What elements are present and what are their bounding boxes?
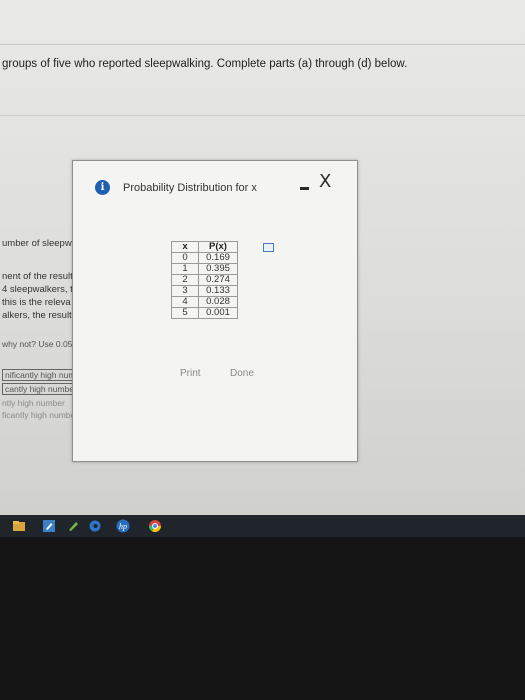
table-row: 3 0.133 <box>171 285 238 297</box>
column-header-x: x <box>171 241 199 253</box>
question-part-b-text-4: alkers, the result <box>2 310 72 321</box>
question-part-c-text: why not? Use 0.05 <box>2 339 73 349</box>
minimize-button[interactable] <box>300 187 309 190</box>
distribution-table: x P(x) 0 0.169 1 0.395 2 0.274 3 0.133 4… <box>171 241 238 319</box>
info-icon: i <box>95 180 110 195</box>
question-part-b-text-3: this is the releva <box>2 297 71 308</box>
edit-icon[interactable] <box>42 519 56 533</box>
edit-icon[interactable] <box>66 519 80 533</box>
question-part-b-text-2: 4 sleepwalkers, t <box>2 284 73 295</box>
table-row: 4 0.028 <box>171 296 238 308</box>
hp-icon[interactable]: hp <box>114 519 132 533</box>
chrome-icon[interactable] <box>148 519 162 533</box>
answer-option-3[interactable]: ntly high number <box>2 398 65 408</box>
cell-x: 5 <box>171 307 199 319</box>
cell-px: 0.001 <box>198 307 238 319</box>
divider <box>0 44 525 45</box>
answer-option-2[interactable]: cantly high numbe <box>2 383 77 395</box>
table-row: 5 0.001 <box>171 307 238 319</box>
hp-logo-text: hp <box>119 522 127 531</box>
done-button[interactable]: Done <box>230 368 254 379</box>
cell-x: 3 <box>171 285 199 297</box>
question-part-b-text: nent of the result <box>2 271 73 282</box>
question-prompt: groups of five who reported sleepwalking… <box>2 58 408 70</box>
taskbar: hp <box>0 515 525 537</box>
table-header-row: x P(x) <box>171 241 238 253</box>
table-row: 2 0.274 <box>171 274 238 286</box>
dialog-title: Probability Distribution for x <box>123 182 257 194</box>
cell-x: 2 <box>171 274 199 286</box>
cell-x: 1 <box>171 263 199 275</box>
answer-option-1[interactable]: nificantly high num <box>2 369 79 381</box>
print-button[interactable]: Print <box>180 368 201 379</box>
cell-px: 0.395 <box>198 263 238 275</box>
file-explorer-icon[interactable] <box>12 519 26 533</box>
browser-content: groups of five who reported sleepwalking… <box>0 0 525 515</box>
copy-to-clipboard-icon[interactable] <box>263 243 274 252</box>
cell-x: 4 <box>171 296 199 308</box>
cell-x: 0 <box>171 252 199 264</box>
cell-px: 0.274 <box>198 274 238 286</box>
answer-option-4[interactable]: ficantly high number <box>2 410 78 420</box>
probability-distribution-dialog: i Probability Distribution for x X x P(x… <box>72 160 358 462</box>
close-button[interactable]: X <box>319 171 331 192</box>
table-row: 1 0.395 <box>171 263 238 275</box>
question-part-a-text: umber of sleepw <box>2 238 72 249</box>
monitor-bezel <box>0 537 525 700</box>
divider <box>0 115 525 116</box>
cell-px: 0.028 <box>198 296 238 308</box>
table-row: 0 0.169 <box>171 252 238 264</box>
edge-icon[interactable] <box>88 519 102 533</box>
cell-px: 0.169 <box>198 252 238 264</box>
column-header-px: P(x) <box>198 241 238 253</box>
dialog-header: i Probability Distribution for x X <box>73 161 357 205</box>
cell-px: 0.133 <box>198 285 238 297</box>
